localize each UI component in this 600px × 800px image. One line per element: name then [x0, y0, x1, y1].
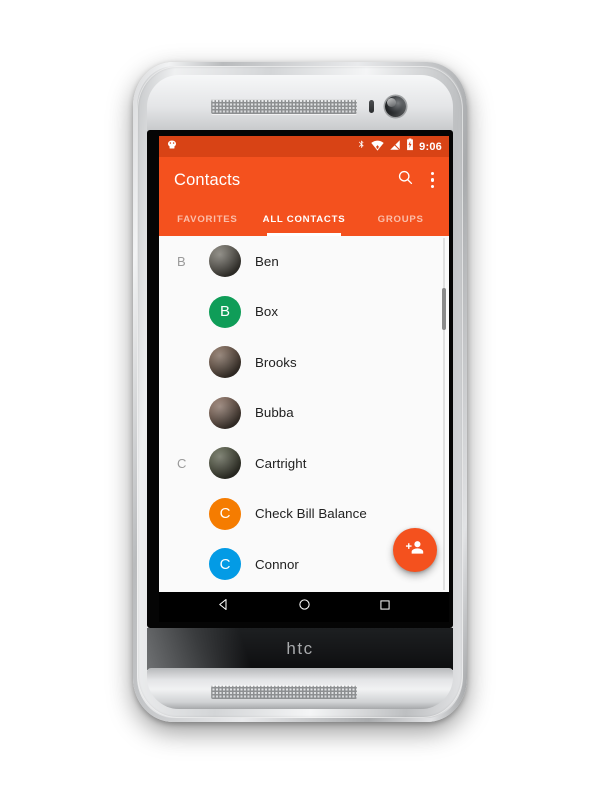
bottom-speaker — [211, 685, 357, 699]
phone-chin: htc — [147, 628, 453, 670]
cyanogenmod-icon — [166, 138, 178, 156]
search-icon[interactable] — [397, 169, 414, 191]
avatar-initial: C — [219, 555, 231, 573]
contact-row[interactable]: Brooks — [159, 337, 449, 388]
app-bar: Contacts — [159, 157, 449, 203]
contact-list[interactable]: B Ben B Box Brooks Bubba C Cartright C Check Bill… — [159, 236, 449, 592]
brand-logo: htc — [286, 639, 314, 658]
contact-row[interactable]: C Cartright — [159, 438, 449, 489]
section-header-letter: B — [177, 253, 186, 269]
tab-all-contacts-label: ALL CONTACTS — [262, 214, 346, 225]
home-icon[interactable] — [297, 597, 312, 617]
contact-name: Check Bill Balance — [255, 506, 367, 522]
avatar[interactable] — [209, 447, 241, 480]
tab-all-contacts[interactable]: ALL CONTACTS — [256, 203, 353, 236]
avatar-initial: B — [219, 303, 230, 321]
avatar[interactable]: C — [209, 497, 241, 530]
phone-bottom-cap — [147, 668, 453, 709]
tab-bar: FAVORITES ALL CONTACTS GROUPS — [159, 203, 449, 236]
back-icon[interactable] — [216, 597, 231, 617]
avatar[interactable] — [209, 245, 241, 278]
avatar-initial: C — [219, 505, 231, 523]
add-person-icon — [405, 537, 426, 563]
phone-device: 9:06 Contacts FAVORITES ALL CONTACTS GRO… — [133, 62, 467, 722]
wifi-icon — [371, 138, 384, 156]
android-nav-bar — [159, 592, 449, 622]
contact-row[interactable]: B Ben — [159, 236, 449, 287]
bluetooth-icon — [357, 138, 366, 156]
contact-name: Brooks — [255, 354, 297, 370]
status-bar: 9:06 — [159, 136, 449, 157]
add-contact-fab[interactable] — [393, 528, 437, 572]
page-title: Contacts — [174, 170, 241, 189]
signal-off-icon — [389, 138, 401, 156]
tab-favorites[interactable]: FAVORITES — [159, 203, 256, 236]
tab-groups[interactable]: GROUPS — [352, 203, 449, 236]
proximity-sensor — [369, 100, 374, 113]
avatar[interactable]: C — [209, 548, 241, 581]
recents-icon[interactable] — [378, 598, 392, 617]
avatar[interactable] — [209, 346, 241, 379]
status-bar-clock: 9:06 — [419, 140, 442, 153]
earpiece-speaker — [211, 99, 357, 114]
contact-name: Box — [255, 304, 279, 320]
contact-name: Connor — [255, 556, 299, 572]
phone-body: 9:06 Contacts FAVORITES ALL CONTACTS GRO… — [137, 66, 463, 718]
scrollbar-thumb[interactable] — [442, 288, 446, 330]
screenshot-stage: 9:06 Contacts FAVORITES ALL CONTACTS GRO… — [0, 0, 600, 800]
phone-screen: 9:06 Contacts FAVORITES ALL CONTACTS GRO… — [159, 136, 449, 622]
contact-name: Ben — [255, 253, 279, 269]
contact-name: Cartright — [255, 455, 307, 471]
battery-charging-icon — [406, 138, 414, 156]
front-camera — [385, 96, 406, 117]
tab-favorites-label: FAVORITES — [177, 214, 238, 225]
contact-name: Bubba — [255, 405, 294, 421]
section-header-letter: C — [177, 455, 187, 471]
avatar[interactable]: B — [209, 295, 241, 328]
contact-row[interactable]: Bubba — [159, 388, 449, 439]
contact-row[interactable]: B Box — [159, 287, 449, 338]
tab-groups-label: GROUPS — [377, 214, 424, 225]
overflow-menu-icon[interactable] — [427, 170, 438, 190]
avatar[interactable] — [209, 396, 241, 429]
